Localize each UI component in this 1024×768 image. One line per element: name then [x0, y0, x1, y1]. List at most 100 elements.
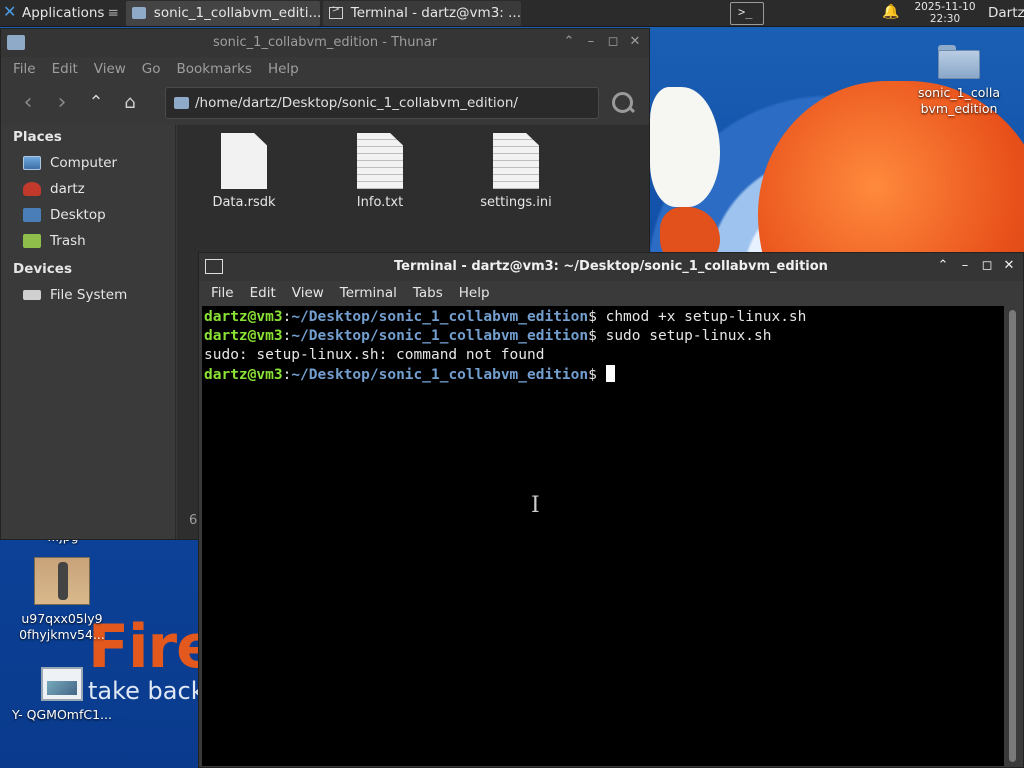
- scrollbar-thumb[interactable]: [1009, 310, 1016, 762]
- prompt-user-host: dartz@vm3: [204, 328, 283, 344]
- menu-tabs[interactable]: Tabs: [405, 285, 451, 301]
- search-icon[interactable]: [607, 88, 639, 118]
- minimize-button[interactable]: –: [957, 256, 973, 276]
- sidebar-item-filesystem[interactable]: File System: [1, 282, 175, 308]
- maximize-button[interactable]: ◻: [979, 256, 995, 276]
- menu-edit[interactable]: Edit: [44, 61, 86, 77]
- prompt-separator: :: [282, 309, 292, 325]
- clock-time: 22:30: [929, 13, 961, 25]
- back-arrow-icon[interactable]: ‹: [11, 87, 45, 119]
- computer-icon: [23, 156, 41, 170]
- desktop-icon: [23, 208, 41, 222]
- file-name: settings.ini: [480, 195, 552, 210]
- menu-view[interactable]: View: [86, 61, 134, 77]
- notification-bell-icon[interactable]: 🔔: [882, 4, 899, 20]
- sidebar-item-desktop[interactable]: Desktop: [1, 202, 175, 228]
- file-item[interactable]: settings.ini: [461, 125, 571, 210]
- sidebar-item-home[interactable]: dartz: [1, 176, 175, 202]
- text-file-icon: [357, 133, 403, 189]
- menu-file[interactable]: File: [203, 285, 242, 301]
- sidebar-item-label: File System: [50, 287, 128, 303]
- text-file-icon: [493, 133, 539, 189]
- applications-label: Applications: [22, 5, 105, 21]
- workspace-switcher-icon[interactable]: [730, 2, 764, 25]
- window-title: Terminal - dartz@vm3: ~/Desktop/sonic_1_…: [394, 259, 828, 274]
- close-button[interactable]: ✕: [627, 32, 643, 52]
- folder-icon: [174, 97, 189, 109]
- terminal-prompt-line: dartz@vm3:~/Desktop/sonic_1_collabvm_edi…: [204, 365, 1002, 385]
- user-menu[interactable]: Dartz: [988, 5, 1024, 21]
- terminal-output-text: sudo: setup-linux.sh: command not found: [204, 347, 545, 363]
- drive-icon: [23, 290, 41, 300]
- desktop-icon-label: Y- QGMOmfC1...: [12, 707, 112, 722]
- desktop-icon-image-file[interactable]: u97qxx05ly9 0fhyjkmv54...: [7, 557, 117, 643]
- desktop-icon-sonic-folder[interactable]: sonic_1_colla bvm_edition: [904, 45, 1014, 117]
- file-item[interactable]: Info.txt: [325, 125, 435, 210]
- folder-icon: [938, 45, 980, 79]
- maximize-button[interactable]: ◻: [605, 32, 621, 52]
- terminal-icon: [328, 4, 343, 19]
- terminal-titlebar[interactable]: Terminal - dartz@vm3: ~/Desktop/sonic_1_…: [199, 253, 1023, 281]
- wallpaper-character: [650, 87, 720, 207]
- menu-help[interactable]: Help: [451, 285, 498, 301]
- file-icon: [221, 133, 267, 189]
- sidebar-item-computer[interactable]: Computer: [1, 150, 175, 176]
- home-icon[interactable]: ⌂: [113, 87, 147, 119]
- sidebar-item-label: Trash: [50, 233, 86, 249]
- terminal-scrollbar[interactable]: [1006, 306, 1020, 766]
- menu-terminal[interactable]: Terminal: [332, 285, 405, 301]
- prompt-user-host: dartz@vm3: [204, 309, 283, 325]
- clock-date: 2025-11-10: [914, 1, 976, 13]
- taskbar-item-label: Terminal - dartz@vm3: ...: [350, 5, 521, 21]
- prompt-user-host: dartz@vm3: [204, 367, 283, 383]
- menu-edit[interactable]: Edit: [242, 285, 284, 301]
- terminal-command: chmod +x setup-linux.sh: [605, 309, 807, 325]
- sidebar-item-label: Computer: [50, 155, 118, 171]
- minimize-button[interactable]: –: [583, 32, 599, 52]
- file-item[interactable]: Data.rsdk: [189, 125, 299, 210]
- sidebar-item-trash[interactable]: Trash: [1, 228, 175, 254]
- taskbar-item-thunar[interactable]: sonic_1_collabvm_editi...: [125, 0, 320, 26]
- maximize-up-icon[interactable]: ⌃: [935, 256, 951, 276]
- image-thumbnail-icon: [34, 557, 90, 605]
- up-arrow-icon[interactable]: ⌃: [79, 87, 113, 119]
- menu-file[interactable]: File: [5, 61, 44, 77]
- menu-help[interactable]: Help: [260, 61, 307, 77]
- applications-menu-button[interactable]: Applications ≡: [0, 0, 123, 27]
- prompt-symbol: $: [588, 309, 606, 325]
- location-path: /home/dartz/Desktop/sonic_1_collabvm_edi…: [195, 95, 518, 111]
- taskbar-item-label: sonic_1_collabvm_editi...: [153, 5, 320, 21]
- menu-grip-icon: ≡: [107, 5, 119, 21]
- desktop-icon-label: sonic_1_colla bvm_edition: [917, 85, 1000, 116]
- terminal-cursor: [605, 365, 615, 382]
- places-header: Places: [13, 129, 62, 145]
- desktop-icon-picture-file[interactable]: Y- QGMOmfC1...: [7, 667, 117, 723]
- location-bar[interactable]: /home/dartz/Desktop/sonic_1_collabvm_edi…: [165, 87, 599, 119]
- taskbar-item-terminal[interactable]: Terminal - dartz@vm3: ...: [322, 0, 521, 26]
- terminal-menubar: File Edit View Terminal Tabs Help: [199, 281, 1023, 305]
- menu-view[interactable]: View: [284, 285, 332, 301]
- terminal-command: sudo setup-linux.sh: [605, 328, 772, 344]
- menu-bookmarks[interactable]: Bookmarks: [169, 61, 260, 77]
- top-panel: Applications ≡ sonic_1_collabvm_editi...…: [0, 0, 1024, 27]
- prompt-symbol: $: [588, 328, 606, 344]
- prompt-cwd: ~/Desktop/sonic_1_collabvm_edition: [291, 309, 589, 325]
- terminal-output[interactable]: dartz@vm3:~/Desktop/sonic_1_collabvm_edi…: [202, 306, 1004, 766]
- panel-clock[interactable]: 2025-11-10 22:30: [911, 1, 979, 25]
- menu-go[interactable]: Go: [134, 61, 169, 77]
- maximize-up-icon[interactable]: ⌃: [561, 32, 577, 52]
- terminal-output-line: sudo: setup-linux.sh: command not found: [204, 346, 1002, 365]
- prompt-cwd: ~/Desktop/sonic_1_collabvm_edition: [291, 367, 589, 383]
- sidebar-item-label: Desktop: [50, 207, 106, 223]
- close-button[interactable]: ✕: [1001, 256, 1017, 276]
- picture-icon: [41, 667, 83, 701]
- thunar-titlebar[interactable]: sonic_1_collabvm_edition - Thunar ⌃ – ◻ …: [1, 29, 649, 57]
- folder-icon: [131, 7, 146, 19]
- forward-arrow-icon[interactable]: ›: [45, 87, 79, 119]
- file-name: Info.txt: [356, 195, 404, 210]
- thunar-toolbar: ‹ › ⌃ ⌂ /home/dartz/Desktop/sonic_1_coll…: [1, 81, 649, 125]
- status-bar-text: 6: [189, 513, 198, 528]
- thunar-menubar: File Edit View Go Bookmarks Help: [1, 57, 649, 81]
- window-title: sonic_1_collabvm_edition - Thunar: [212, 35, 438, 50]
- file-name: Data.rsdk: [212, 195, 276, 210]
